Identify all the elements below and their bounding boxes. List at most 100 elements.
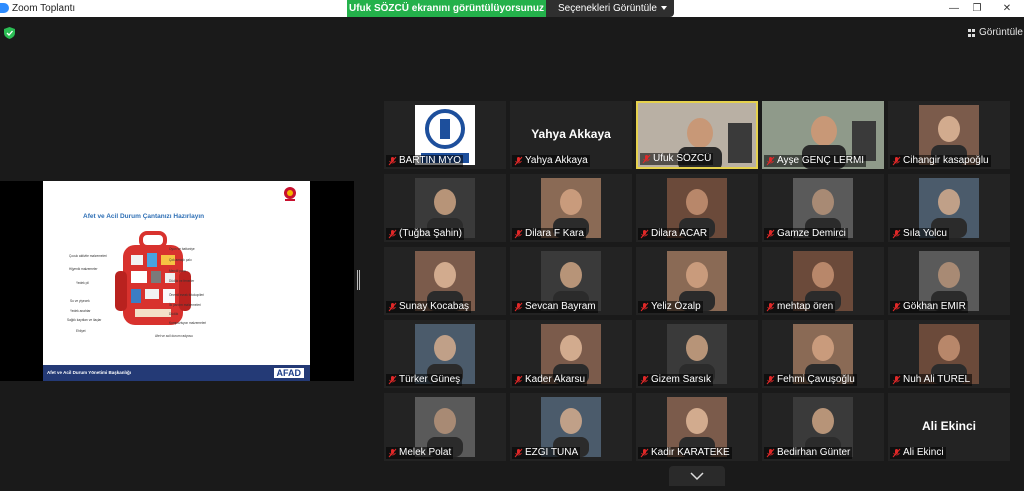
participant-tile[interactable]: Türker Güneş	[384, 320, 506, 388]
participant-name-label: Fehmi Çavuşoğlu	[764, 374, 857, 386]
participant-name: Ayşe GENÇ LERMİ	[777, 155, 865, 166]
muted-mic-icon	[388, 302, 397, 312]
view-options-button[interactable]: Seçenekleri Görüntüle	[546, 0, 674, 17]
muted-mic-icon	[514, 302, 523, 312]
participant-tile[interactable]: (Tuğba Şahin)	[384, 174, 506, 242]
participant-name: Sıla Yolcu	[903, 228, 947, 239]
participant-tile[interactable]: Kadir KARATEKE	[636, 393, 758, 461]
slide-label-left: Ehliyet	[76, 329, 86, 333]
participant-name: Ali Ekinci	[903, 447, 944, 458]
slide-label-left: Çocuk aktivite malzemeleri	[69, 254, 107, 258]
participant-tile[interactable]: Ufuk SÖZCÜ	[636, 101, 758, 169]
splitter-handle[interactable]	[357, 270, 360, 290]
participant-name-label: Gamze Demirci	[764, 228, 848, 240]
slide-footer-text: Afet ve Acil Durum Yönetimi Başkanlığı	[47, 370, 132, 375]
view-layout-button[interactable]: Görüntüle	[964, 24, 1023, 41]
participant-name: Cihangir kasapoğlu	[903, 155, 989, 166]
muted-mic-icon	[766, 229, 775, 239]
participant-name: BARTIN MYO	[399, 155, 462, 166]
view-options-label: Seçenekleri Görüntüle	[558, 3, 657, 14]
muted-mic-icon	[892, 156, 901, 166]
participant-tile[interactable]: Gökhan EMİR	[888, 247, 1010, 315]
muted-mic-icon	[388, 156, 397, 166]
shared-screen: Afet ve Acil Durum Çantanızı Hazırlayın …	[0, 181, 354, 381]
participant-name: Yeliz Özalp	[651, 301, 701, 312]
participant-name-label: Gizem Sarsık	[638, 374, 714, 386]
participant-tile[interactable]: Yahya Akkaya Yahya Akkaya	[510, 101, 632, 169]
participant-tile[interactable]: Kader Akarsu	[510, 320, 632, 388]
afad-emblem-icon	[284, 187, 296, 201]
zoom-app-icon	[0, 3, 9, 13]
participant-tile[interactable]: Ayşe GENÇ LERMİ	[762, 101, 884, 169]
participant-name: Dilara ACAR	[651, 228, 708, 239]
participant-name: Melek Polat	[399, 447, 452, 458]
participant-tile[interactable]: Sıla Yolcu	[888, 174, 1010, 242]
muted-mic-icon	[642, 154, 651, 164]
participant-name: Gamze Demirci	[777, 228, 846, 239]
slide-label-right: İlk yardım malzemeleri	[169, 303, 201, 307]
slide-label-left: Su ve yiyecek	[70, 299, 90, 303]
slide-label-left: Hijyenik malzemeler	[69, 267, 98, 271]
muted-mic-icon	[892, 375, 901, 385]
participant-tile[interactable]: EZGİ TUNA	[510, 393, 632, 461]
participant-name-label: Dilara F Kara	[512, 228, 586, 240]
participant-tile[interactable]: Nuh Ali TÜREL	[888, 320, 1010, 388]
muted-mic-icon	[766, 375, 775, 385]
slide-label-right: Düdük	[169, 312, 179, 316]
chevron-down-icon	[661, 6, 667, 10]
participant-name: Dilara F Kara	[525, 228, 584, 239]
muted-mic-icon	[514, 229, 523, 239]
gallery-scroll-button[interactable]	[669, 466, 725, 486]
minimize-icon[interactable]: —	[947, 2, 961, 15]
slide-title: Afet ve Acil Durum Çantanızı Hazırlayın	[83, 213, 205, 220]
chevron-down-icon	[690, 472, 704, 481]
participant-tile[interactable]: BARTIN MYO	[384, 101, 506, 169]
participant-name-label: Türker Güneş	[386, 374, 463, 386]
slide-label-right: Çok amaçlı çakı	[169, 258, 192, 262]
participant-tile[interactable]: Dilara F Kara	[510, 174, 632, 242]
slide-label-right: Önemli evrak fotokopileri	[169, 293, 205, 297]
muted-mic-icon	[388, 375, 397, 385]
participant-tile[interactable]: Yeliz Özalp	[636, 247, 758, 315]
participant-tile[interactable]: Gizem Sarsık	[636, 320, 758, 388]
participant-name: Türker Güneş	[399, 374, 461, 385]
encryption-shield-icon[interactable]	[4, 27, 15, 39]
participant-name-label: Sıla Yolcu	[890, 228, 949, 240]
muted-mic-icon	[892, 229, 901, 239]
participant-name-label: Cihangir kasapoğlu	[890, 155, 991, 167]
participant-name-label: Yeliz Özalp	[638, 301, 703, 313]
participant-name: Kader Akarsu	[525, 374, 586, 385]
participant-tile[interactable]: Dilara ACAR	[636, 174, 758, 242]
muted-mic-icon	[514, 375, 523, 385]
participant-name: (Tuğba Şahin)	[399, 228, 462, 239]
participant-name-label: BARTIN MYO	[386, 155, 464, 167]
slide-label-left: Sağlık kayıtları ve ilaçlar	[67, 318, 102, 322]
participant-tile[interactable]: Bedirhan Günter	[762, 393, 884, 461]
maximize-icon[interactable]: ❐	[970, 2, 984, 15]
participant-name: Fehmi Çavuşoğlu	[777, 374, 855, 385]
participant-tile[interactable]: Cihangir kasapoğlu	[888, 101, 1010, 169]
muted-mic-icon	[640, 229, 649, 239]
slide-footer: Afet ve Acil Durum Yönetimi Başkanlığı	[43, 365, 310, 381]
participant-name-label: mehtap ören	[764, 301, 836, 313]
participant-tile[interactable]: Melek Polat	[384, 393, 506, 461]
participant-tile[interactable]: Fehmi Çavuşoğlu	[762, 320, 884, 388]
close-icon[interactable]: ✕	[1000, 2, 1014, 15]
muted-mic-icon	[892, 302, 901, 312]
participant-name-label: Ayşe GENÇ LERMİ	[764, 155, 867, 167]
slide-label-right: Oyun ve battaniye	[169, 247, 195, 251]
participant-name-label: Gökhan EMİR	[890, 301, 968, 313]
participant-name-label: Nuh Ali TÜREL	[890, 374, 973, 386]
muted-mic-icon	[388, 229, 397, 239]
muted-mic-icon	[766, 448, 775, 458]
slide-label-right: Düdük ve fenerler	[169, 279, 195, 283]
grid-icon	[968, 29, 976, 37]
afad-logo: AFAD	[273, 368, 304, 378]
participant-tile[interactable]: Sevcan Bayram	[510, 247, 632, 315]
participant-display-name: Ali Ekinci	[921, 419, 977, 433]
participant-tile[interactable]: Ali Ekinci Ali Ekinci	[888, 393, 1010, 461]
participant-tile[interactable]: Sunay Kocabaş	[384, 247, 506, 315]
screen-share-banner: Ufuk SÖZCÜ ekranını görüntülüyorsunuz	[347, 0, 546, 17]
participant-tile[interactable]: Gamze Demirci	[762, 174, 884, 242]
participant-tile[interactable]: mehtap ören	[762, 247, 884, 315]
